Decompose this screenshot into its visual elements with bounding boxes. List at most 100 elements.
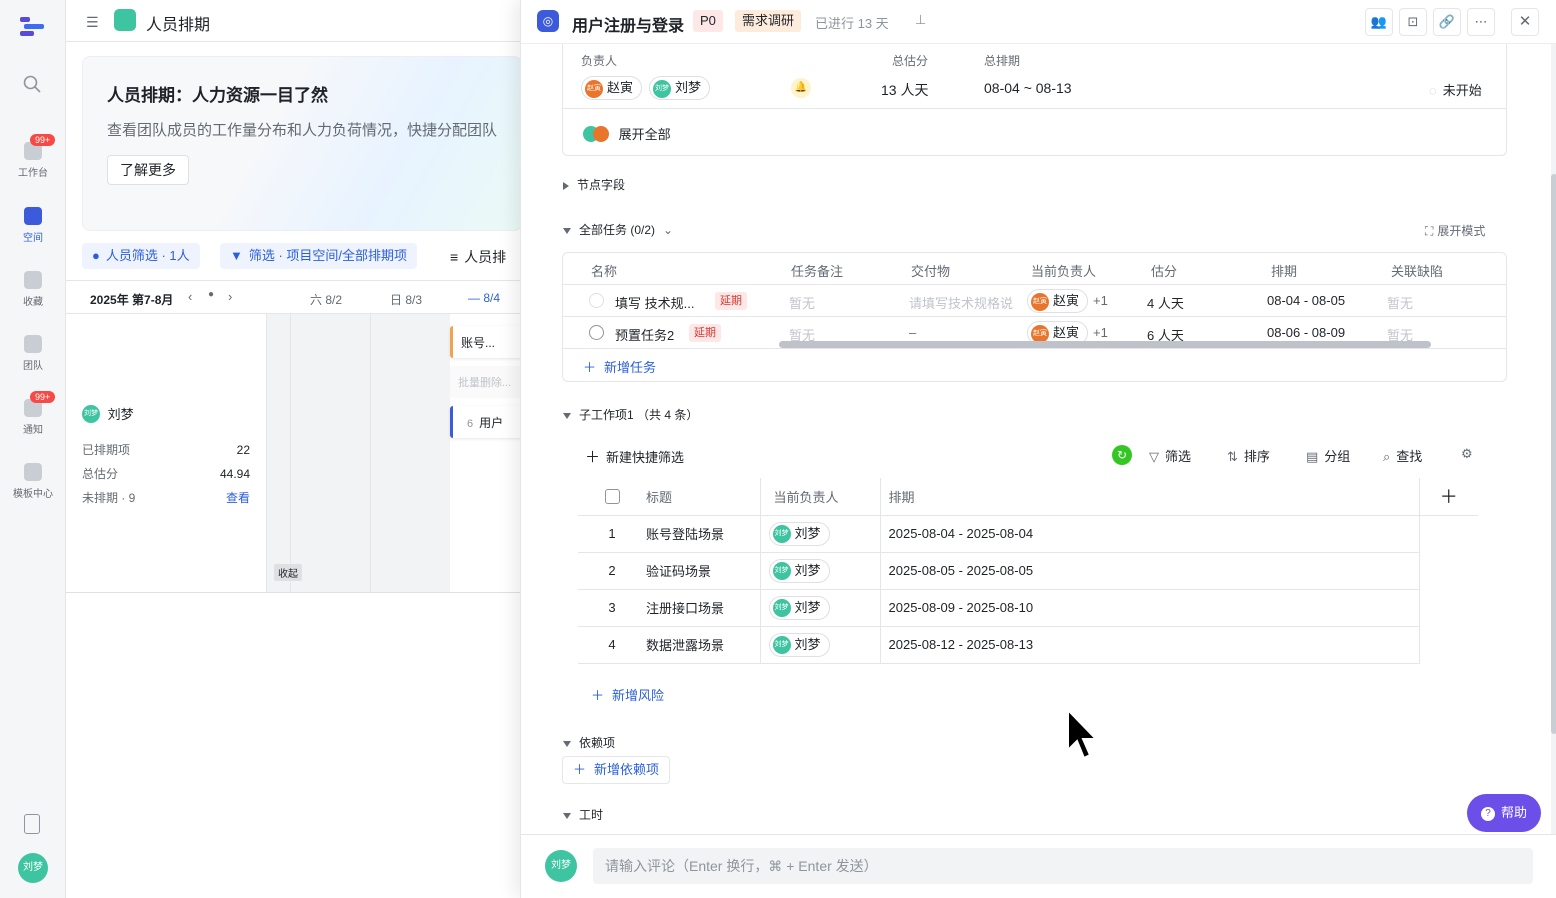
search-icon[interactable] bbox=[22, 74, 42, 94]
collapse-button[interactable]: 收起 bbox=[274, 564, 302, 581]
add-risk-button[interactable]: ＋ 新增风险 bbox=[591, 685, 664, 704]
task-owner-chip[interactable]: 赵寅 赵寅 bbox=[1027, 289, 1089, 313]
more-icon[interactable]: ⋯ bbox=[1467, 8, 1495, 36]
table-row[interactable]: 2 验证码场景 刘梦 刘梦 2025-08-05 - 2025-08-05 bbox=[578, 552, 1478, 590]
dependencies-toggle[interactable]: 依赖项 bbox=[563, 734, 615, 751]
prev-week-icon[interactable]: ‹ bbox=[188, 289, 192, 304]
table-row[interactable]: 填写 技术规... 延期 暂无 请填写技术规格说 赵寅 赵寅 +1 4 人天 08… bbox=[563, 285, 1506, 317]
owner-name: 刘梦 bbox=[794, 525, 821, 541]
user-avatar[interactable]: 刘梦 bbox=[18, 853, 48, 883]
row-owner-chip[interactable]: 刘梦 刘梦 bbox=[768, 595, 830, 620]
bar-label: 用户 bbox=[479, 416, 504, 430]
task-name[interactable]: 预置任务2 bbox=[615, 325, 674, 344]
person-name: 刘梦 bbox=[107, 407, 134, 422]
add-dependency-button[interactable]: ＋ 新增依赖项 bbox=[562, 756, 671, 784]
timeline-column bbox=[266, 314, 290, 592]
select-all-checkbox[interactable] bbox=[604, 489, 620, 505]
owner-avatar: 刘梦 bbox=[772, 636, 791, 655]
pin-icon[interactable]: ⊥ bbox=[915, 12, 926, 28]
task-checkbox[interactable] bbox=[589, 325, 604, 340]
sidebar-toggle-icon[interactable]: ☰ bbox=[86, 14, 99, 31]
status-text: 未开始 bbox=[1442, 83, 1482, 98]
view-unscheduled-link[interactable]: 查看 bbox=[226, 486, 250, 510]
owner-chip[interactable]: 刘梦 刘梦 bbox=[649, 76, 711, 100]
row-schedule[interactable]: 2025-08-12 - 2025-08-13 bbox=[880, 626, 1420, 664]
table-row[interactable]: 1 账号登陆场景 刘梦 刘梦 2025-08-04 - 2025-08-04 bbox=[578, 515, 1478, 553]
table-row[interactable]: 3 注册接口场景 刘梦 刘梦 2025-08-09 - 2025-08-10 bbox=[578, 589, 1478, 627]
next-week-icon[interactable]: › bbox=[228, 289, 232, 304]
task-note[interactable]: 暂无 bbox=[789, 293, 815, 312]
timeline-bar[interactable]: 账号... bbox=[450, 326, 526, 358]
refresh-icon[interactable]: ↻ bbox=[1112, 445, 1132, 465]
workbench-badge: 99+ bbox=[30, 134, 56, 146]
task-defect[interactable]: 暂无 bbox=[1387, 293, 1413, 312]
comment-input[interactable]: 请输入评论（Enter 换行，⌘ + Enter 发送） bbox=[593, 848, 1533, 884]
task-score[interactable]: 4 人天 bbox=[1147, 293, 1184, 312]
worktime-toggle[interactable]: 工时 bbox=[563, 806, 603, 823]
rail-item-notifications[interactable]: 99+ 通知 bbox=[0, 391, 66, 436]
task-checkbox[interactable] bbox=[589, 293, 604, 308]
settings-gear-icon[interactable]: ⚙ bbox=[1461, 446, 1473, 462]
expand-mode-button[interactable]: ⛶ 展开模式 bbox=[1425, 222, 1485, 239]
horizontal-scrollbar[interactable] bbox=[779, 341, 1431, 348]
sort-button[interactable]: ⇅ 排序 bbox=[1227, 446, 1270, 465]
table-row[interactable]: 4 数据泄露场景 刘梦 刘梦 2025-08-12 - 2025-08-13 bbox=[578, 626, 1478, 664]
group-button[interactable]: ▤ 分组 bbox=[1306, 446, 1350, 465]
drawer-title[interactable]: 用户注册与登录 bbox=[572, 12, 684, 36]
add-column-button[interactable]: ＋ bbox=[1419, 478, 1478, 516]
find-button[interactable]: ⌕ 查找 bbox=[1383, 446, 1422, 465]
owner-chip[interactable]: 赵寅 赵寅 bbox=[581, 76, 643, 100]
row-title[interactable]: 数据泄露场景 bbox=[646, 626, 761, 664]
app-logo-icon[interactable] bbox=[18, 14, 46, 38]
mobile-icon[interactable] bbox=[24, 814, 40, 834]
timeline-bar[interactable]: 批量删除... bbox=[450, 366, 526, 398]
project-filter-button[interactable]: ▼ 筛选 · 项目空间/全部排期项 bbox=[220, 243, 418, 269]
timeline-bar[interactable]: 6 用户 bbox=[450, 406, 526, 438]
rail-item-workbench[interactable]: 99+ 工作台 bbox=[0, 134, 66, 179]
task-deliverable[interactable]: – bbox=[909, 325, 916, 340]
help-button[interactable]: ? 帮助 bbox=[1467, 794, 1542, 832]
task-schedule[interactable]: 08-06 - 08-09 bbox=[1267, 325, 1345, 340]
rail-item-favorites[interactable]: 收藏 bbox=[0, 271, 66, 308]
learn-more-button[interactable]: 了解更多 bbox=[107, 155, 189, 185]
subitems-toggle[interactable]: 子工作项1 （共 4 条） bbox=[563, 406, 698, 423]
new-quick-filter-button[interactable]: ＋ 新建快捷筛选 bbox=[585, 446, 684, 467]
person-filter-button[interactable]: ● 人员筛选 · 1人 bbox=[82, 243, 200, 269]
requirement-type-icon: ◎ bbox=[537, 10, 559, 32]
row-schedule[interactable]: 2025-08-04 - 2025-08-04 bbox=[880, 515, 1420, 553]
rail-item-team[interactable]: 团队 bbox=[0, 335, 66, 372]
task-schedule[interactable]: 08-04 - 08-05 bbox=[1267, 293, 1345, 308]
view-selector[interactable]: ≡ 人员排 bbox=[450, 247, 506, 267]
score-label: 总估分 bbox=[892, 54, 929, 68]
all-tasks-toggle[interactable]: 全部任务 (0/2) ⌄ bbox=[563, 221, 673, 238]
row-schedule[interactable]: 2025-08-09 - 2025-08-10 bbox=[880, 589, 1420, 627]
rail-item-templates[interactable]: 模板中心 bbox=[0, 463, 66, 500]
row-title[interactable]: 账号登陆场景 bbox=[646, 515, 761, 553]
task-name[interactable]: 填写 技术规... bbox=[615, 293, 694, 312]
expand-all-button[interactable]: 展开全部 bbox=[583, 124, 671, 143]
plus-icon: ＋ bbox=[573, 762, 587, 777]
row-owner-chip[interactable]: 刘梦 刘梦 bbox=[768, 521, 830, 546]
find-label: 查找 bbox=[1396, 449, 1423, 464]
today-dot-icon[interactable]: ● bbox=[208, 289, 214, 300]
status-indicator[interactable]: ◌ 未开始 bbox=[1429, 80, 1482, 99]
reminder-bell-icon[interactable]: 🔔 bbox=[791, 78, 811, 98]
priority-tag[interactable]: P0 bbox=[693, 10, 723, 32]
members-icon[interactable]: 👥 bbox=[1365, 8, 1393, 36]
row-schedule[interactable]: 2025-08-05 - 2025-08-05 bbox=[880, 552, 1420, 590]
row-title[interactable]: 注册接口场景 bbox=[646, 589, 761, 627]
link-icon[interactable]: 🔗 bbox=[1433, 8, 1461, 36]
close-icon[interactable]: ✕ bbox=[1511, 8, 1539, 36]
filter-button[interactable]: ▽ 筛选 bbox=[1149, 446, 1191, 465]
add-task-button[interactable]: ＋ 新增任务 bbox=[583, 357, 656, 376]
row-title[interactable]: 验证码场景 bbox=[646, 552, 761, 590]
bookmark-icon[interactable]: ⊡ bbox=[1399, 8, 1427, 36]
row-owner-chip[interactable]: 刘梦 刘梦 bbox=[768, 632, 830, 657]
vertical-scrollbar-thumb[interactable] bbox=[1551, 174, 1556, 734]
rail-item-space[interactable]: 空间 bbox=[0, 207, 66, 244]
schedule-value[interactable]: 08-04 ~ 08-13 bbox=[984, 80, 1072, 96]
stage-tag[interactable]: 需求调研 bbox=[735, 10, 802, 32]
row-owner-chip[interactable]: 刘梦 刘梦 bbox=[768, 558, 830, 583]
node-fields-toggle[interactable]: 节点字段 bbox=[563, 176, 625, 193]
task-deliverable[interactable]: 请填写技术规格说 bbox=[909, 293, 1021, 312]
